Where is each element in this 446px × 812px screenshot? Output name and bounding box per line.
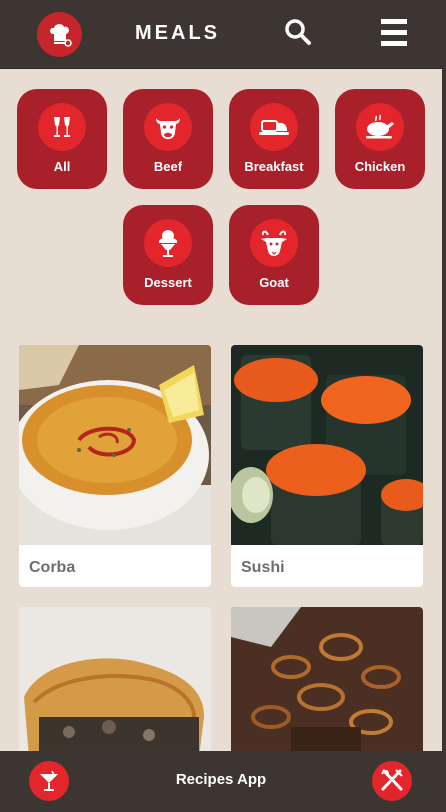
category-label: Dessert: [144, 275, 192, 290]
top-app-bar: MEALS: [0, 0, 442, 69]
category-chicken[interactable]: Chicken: [335, 89, 425, 189]
chef-hat-icon[interactable]: [37, 12, 82, 57]
ice-cream-icon: [144, 219, 192, 267]
category-label: Breakfast: [244, 159, 304, 174]
category-label: Beef: [153, 159, 183, 174]
meals-screen: MEALS All Beef Breakfast Chicken Dessert…: [0, 0, 442, 812]
category-label: Chicken: [354, 159, 406, 174]
category-all[interactable]: All: [17, 89, 107, 189]
page-title: MEALS: [135, 22, 220, 44]
meal-image: [231, 345, 423, 545]
fork-knife-icon[interactable]: [372, 761, 412, 801]
meal-card-corba[interactable]: Corba: [19, 345, 211, 587]
category-breakfast[interactable]: Breakfast: [229, 89, 319, 189]
category-goat[interactable]: Goat: [229, 205, 319, 305]
window-edge: [442, 0, 446, 812]
category-label: Goat: [259, 275, 289, 290]
wine-glasses-icon: [38, 103, 86, 151]
roast-chicken-icon: [356, 103, 404, 151]
search-icon[interactable]: [284, 18, 312, 46]
hamburger-menu-icon[interactable]: [381, 19, 407, 49]
meal-card-sushi[interactable]: Sushi: [231, 345, 423, 587]
meal-image: [19, 345, 211, 545]
cow-icon: [144, 103, 192, 151]
category-beef[interactable]: Beef: [123, 89, 213, 189]
breakfast-plate-icon: [250, 103, 298, 151]
goat-icon: [250, 219, 298, 267]
meal-name: Sushi: [241, 559, 285, 576]
category-label: All: [53, 159, 71, 174]
category-dessert[interactable]: Dessert: [123, 205, 213, 305]
meal-name: Corba: [29, 559, 76, 576]
bottom-bar: Recipes App: [0, 751, 446, 812]
